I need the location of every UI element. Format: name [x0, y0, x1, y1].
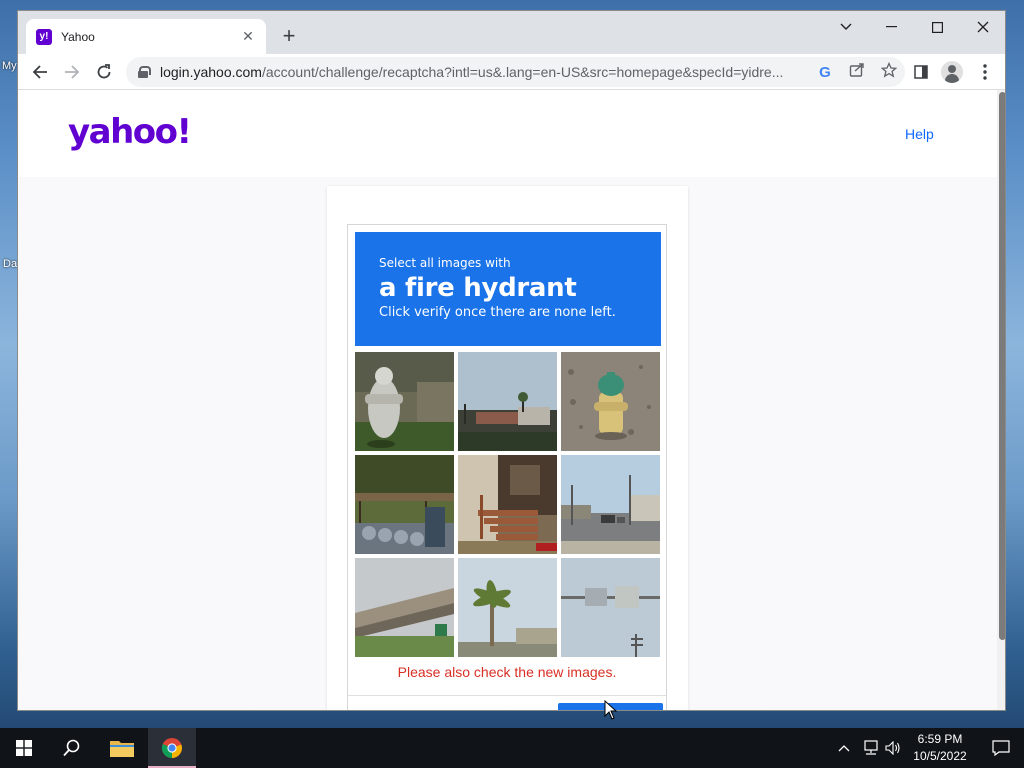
browser-toolbar: login.yahoo.com/account/challenge/recapt…	[18, 54, 1005, 90]
side-panel-icon[interactable]	[909, 60, 933, 84]
scrollbar-thumb[interactable]	[999, 92, 1005, 640]
instruction-line: Select all images with	[379, 256, 511, 270]
reload-icon[interactable]	[92, 60, 116, 84]
desktop-icon-label[interactable]: My	[2, 60, 17, 72]
image-tile[interactable]	[561, 455, 660, 554]
tab-title: Yahoo	[61, 29, 95, 44]
recaptcha-error-message: Please also check the new images.	[397, 664, 617, 680]
image-tile[interactable]	[561, 352, 660, 451]
network-icon[interactable]	[862, 728, 880, 768]
share-icon[interactable]	[841, 62, 873, 82]
image-tile[interactable]	[355, 352, 454, 451]
yahoo-logo[interactable]: yahoo!	[68, 112, 192, 152]
url-text[interactable]: login.yahoo.com/account/challenge/recapt…	[160, 64, 790, 80]
taskbar: 6:59 PM 10/5/2022	[0, 728, 1024, 768]
clock-date: 10/5/2022	[913, 749, 967, 763]
help-link[interactable]: Help	[905, 126, 934, 142]
omnibox-actions: G	[809, 57, 905, 87]
lock-icon[interactable]	[138, 66, 151, 78]
url-host: login.yahoo.com	[160, 64, 262, 80]
google-icon[interactable]: G	[809, 64, 841, 81]
tab-strip: y! Yahoo ✕ +	[18, 11, 1005, 54]
instruction-target: a fire hydrant	[379, 273, 577, 303]
recaptcha-instructions: Select all images with a fire hydrant Cl…	[355, 232, 661, 346]
yahoo-favicon-icon: y!	[36, 28, 52, 45]
minimize-button[interactable]	[868, 11, 914, 43]
new-tab-button[interactable]: +	[277, 25, 301, 49]
desktop-icon-label[interactable]: Da	[3, 258, 17, 270]
instruction-note: Click verify once there are none left.	[379, 305, 616, 320]
forward-icon[interactable]	[60, 60, 84, 84]
site-header: yahoo! Help	[18, 90, 997, 177]
system-clock[interactable]: 6:59 PM 10/5/2022	[905, 731, 975, 765]
profile-icon[interactable]	[940, 60, 964, 84]
mouse-cursor-icon	[604, 700, 618, 720]
close-icon[interactable]: ✕	[240, 28, 256, 45]
page-viewport: yahoo! Help Select all images with a fir…	[18, 90, 997, 710]
windows-start-icon[interactable]	[0, 728, 48, 768]
search-icon[interactable]	[48, 728, 96, 768]
menu-icon[interactable]	[973, 60, 997, 84]
page-scrollbar[interactable]	[997, 90, 1005, 710]
close-window-button[interactable]	[960, 11, 1005, 43]
browser-window: y! Yahoo ✕ + login.yahoo.com/account/cha…	[17, 10, 1006, 711]
image-grid	[355, 352, 661, 658]
file-explorer-icon[interactable]	[98, 728, 146, 768]
image-tile[interactable]	[458, 352, 557, 451]
image-tile[interactable]	[355, 455, 454, 554]
divider	[348, 695, 666, 696]
image-tile[interactable]	[458, 455, 557, 554]
back-icon[interactable]	[28, 60, 52, 84]
show-hidden-icons-icon[interactable]	[838, 728, 850, 768]
notifications-icon[interactable]	[978, 728, 1024, 768]
star-icon[interactable]	[873, 61, 905, 82]
maximize-button[interactable]	[914, 11, 960, 43]
challenge-card: Select all images with a fire hydrant Cl…	[327, 186, 688, 710]
address-bar[interactable]: login.yahoo.com/account/challenge/recapt…	[126, 57, 905, 87]
tab-yahoo[interactable]: y! Yahoo ✕	[26, 19, 266, 54]
clock-time: 6:59 PM	[917, 732, 963, 746]
image-tile[interactable]	[458, 558, 557, 657]
image-tile[interactable]	[561, 558, 660, 657]
chrome-icon[interactable]	[148, 728, 196, 768]
volume-icon[interactable]	[885, 728, 901, 768]
recaptcha-frame: Select all images with a fire hydrant Cl…	[347, 224, 667, 710]
url-path: /account/challenge/recaptcha?intl=us&.la…	[261, 64, 784, 80]
tab-search-icon[interactable]	[823, 11, 869, 43]
image-tile[interactable]	[355, 558, 454, 657]
